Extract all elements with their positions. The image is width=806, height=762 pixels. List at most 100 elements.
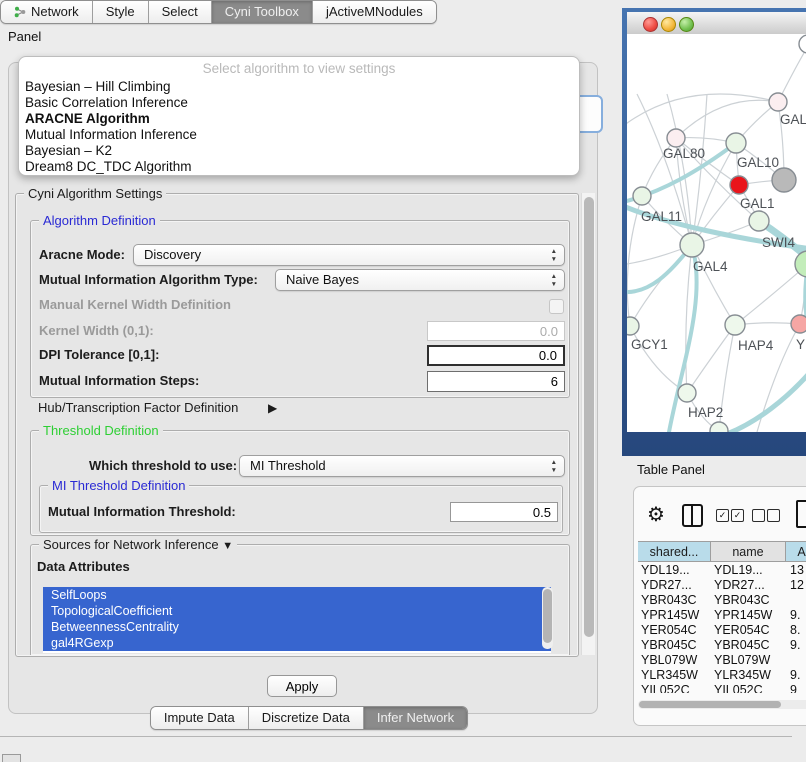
tab-network[interactable]: Network	[1, 1, 92, 23]
group-title: Sources for Network Inference ▼	[39, 537, 237, 552]
table-row[interactable]: YBR045CYBR045C9.	[634, 638, 806, 653]
which-threshold-label: Which threshold to use:	[89, 456, 237, 476]
tab-style[interactable]: Style	[92, 1, 148, 23]
network-node-gcy1[interactable]	[627, 317, 639, 335]
table-h-scrollbar[interactable]	[638, 700, 806, 709]
network-node-hap4[interactable]	[725, 315, 745, 335]
table-panel-title: Table Panel	[637, 462, 705, 477]
kernel-width-input[interactable]	[427, 321, 565, 341]
network-node-gal10[interactable]	[726, 133, 746, 153]
checkbox-unchecked-icon[interactable]	[767, 509, 780, 522]
gear-icon[interactable]: ⚙	[647, 505, 665, 525]
table-row[interactable]: YPR145WYPR145W9.	[634, 608, 806, 623]
network-node-gal1[interactable]	[730, 176, 748, 194]
checkbox-checked-icon[interactable]: ✓	[716, 509, 729, 522]
mi-algorithm-type-select[interactable]: Naive Bayes ▲▼	[275, 269, 565, 291]
mi-steps-label: Mutual Information Steps:	[39, 371, 199, 391]
combo-arrows-icon: ▲▼	[551, 248, 557, 263]
dpi-tolerance-input[interactable]	[427, 345, 565, 366]
network-node-y[interactable]	[791, 315, 806, 333]
table-row[interactable]: YDR27...YDR27...12	[634, 578, 806, 593]
manual-kernel-width-checkbox[interactable]	[549, 299, 564, 314]
network-canvas[interactable]: GALGAL80GAL10GAL1GAL11SWI4GAL4GCY1HAP4YH…	[627, 34, 806, 432]
tab-select[interactable]: Select	[148, 1, 211, 23]
table-row[interactable]: YDL19...YDL19...13	[634, 563, 806, 578]
network-node-gal[interactable]	[769, 93, 787, 111]
network-node-hap2[interactable]	[678, 384, 696, 402]
table-cell: YDL19...	[641, 563, 690, 578]
tab-discretize-data[interactable]: Discretize Data	[248, 707, 363, 729]
tab-cyni-toolbox[interactable]: Cyni Toolbox	[211, 1, 312, 23]
column-header-a[interactable]: A	[786, 541, 806, 562]
tab-impute-data[interactable]: Impute Data	[151, 707, 248, 729]
table-cell: 9.	[790, 638, 800, 653]
tab-label: Network	[31, 1, 79, 23]
tab-infer-network[interactable]: Infer Network	[363, 707, 467, 729]
mi-threshold-definition-group: MI Threshold Definition Mutual Informati…	[39, 485, 563, 533]
attribute-item-betweennesscentrality[interactable]: BetweennessCentrality	[43, 619, 551, 635]
manual-kernel-width-label: Manual Kernel Width Definition	[39, 295, 231, 315]
threshold-definition-group: Threshold Definition Which threshold to …	[30, 430, 570, 536]
checkbox-unchecked-icon[interactable]	[752, 509, 765, 522]
network-node-swi4[interactable]	[749, 211, 769, 231]
algo-option-aracne-algorithm[interactable]: ARACNE Algorithm	[25, 111, 150, 127]
attribute-item-gal4rgexp[interactable]: gal4RGexp	[43, 635, 551, 651]
network-node[interactable]	[710, 422, 728, 432]
mac-zoom-button[interactable]	[679, 17, 694, 32]
table-row[interactable]: YBR043CYBR043C	[634, 593, 806, 608]
table-cell: YBR045C	[714, 638, 770, 653]
algo-option-mutual-information-inference[interactable]: Mutual Information Inference	[25, 127, 197, 143]
table-row[interactable]: YLR345WYLR345W9.	[634, 668, 806, 683]
screen: Control Panel ✕ NetworkStyleSelectCyni T…	[0, 0, 806, 762]
data-attributes-list[interactable]: SelfLoopsTopologicalCoefficientBetweenne…	[43, 587, 551, 653]
list-scrollbar[interactable]	[542, 587, 553, 649]
new-table-icon[interactable]	[796, 500, 806, 528]
network-node-gal80[interactable]	[667, 129, 685, 147]
table-panel-card: ⚙ ✓ ✓ shared...nameA YDL19...YDL19...13Y…	[633, 486, 806, 726]
tab-label: jActiveMNodules	[326, 1, 423, 23]
table-cell: YER054C	[714, 623, 770, 638]
table-cell: 12	[790, 578, 804, 593]
table-row[interactable]: YBL079WYBL079W	[634, 653, 806, 668]
hub-factor-definition-toggle[interactable]: Hub/Transcription Factor Definition	[38, 398, 238, 418]
algo-option-basic-correlation-inference[interactable]: Basic Correlation Inference	[25, 95, 188, 111]
network-graph[interactable]	[627, 34, 806, 432]
table-cell: YBL079W	[641, 653, 697, 668]
node-table[interactable]: YDL19...YDL19...13YDR27...YDR27...12YBR0…	[634, 563, 806, 693]
table-cell: YER054C	[641, 623, 697, 638]
mac-minimize-button[interactable]	[661, 17, 676, 32]
group-title: Algorithm Definition	[39, 213, 160, 228]
mi-threshold-label: Mutual Information Threshold:	[48, 502, 236, 522]
algo-option-dream8-dc-tdc-algorithm[interactable]: Dream8 DC_TDC Algorithm	[25, 159, 192, 175]
apply-button[interactable]: Apply	[267, 675, 337, 697]
which-threshold-select[interactable]: MI Threshold ▲▼	[239, 455, 565, 477]
network-node[interactable]	[799, 35, 806, 53]
column-header-name[interactable]: name	[711, 541, 786, 562]
network-view-titlebar[interactable]	[627, 12, 806, 35]
attribute-item-selfloops[interactable]: SelfLoops	[43, 587, 551, 603]
collapse-arrow-icon[interactable]: ▼	[222, 540, 233, 552]
column-header-shared[interactable]: shared...	[638, 541, 711, 562]
network-node-gal11[interactable]	[633, 187, 651, 205]
aracne-mode-label: Aracne Mode:	[39, 245, 125, 265]
mi-steps-input[interactable]	[427, 371, 565, 392]
table-row[interactable]: YIL052CYIL052C9	[634, 683, 806, 693]
checkbox-checked-icon[interactable]: ✓	[731, 509, 744, 522]
network-node[interactable]	[772, 168, 796, 192]
mi-algorithm-type-label: Mutual Information Algorithm Type:	[39, 270, 258, 290]
table-row[interactable]: YER054CYER054C8.	[634, 623, 806, 638]
table-cell: YLR345W	[641, 668, 698, 683]
algo-option-bayesian-k2[interactable]: Bayesian – K2	[25, 143, 112, 159]
tab-jactivemnodules[interactable]: jActiveMNodules	[312, 1, 436, 23]
mini-dock-button[interactable]	[2, 754, 21, 762]
mac-close-button[interactable]	[643, 17, 658, 32]
aracne-mode-select[interactable]: Discovery ▲▼	[133, 244, 565, 266]
expand-arrow-icon[interactable]: ▶	[268, 398, 277, 418]
algo-option-bayesian-hill-climbing[interactable]: Bayesian – Hill Climbing	[25, 79, 171, 95]
attribute-item-topologicalcoefficient[interactable]: TopologicalCoefficient	[43, 603, 551, 619]
network-node-gal4[interactable]	[680, 233, 704, 257]
table-cell: YPR145W	[714, 608, 772, 623]
mi-threshold-input[interactable]	[450, 502, 558, 522]
split-columns-icon[interactable]	[682, 504, 703, 527]
settings-scrollbar[interactable]	[581, 193, 595, 655]
